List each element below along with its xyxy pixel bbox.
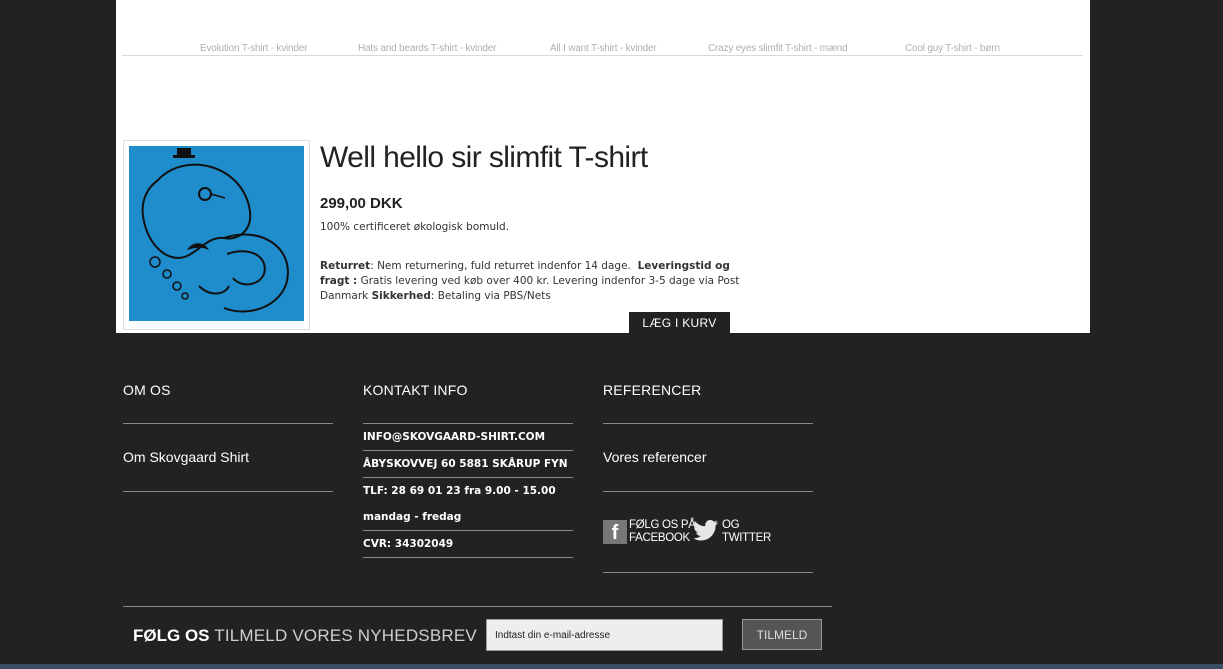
references-heading: REFERENCER — [603, 380, 813, 424]
nav-item-all-i-want[interactable]: All I want T-shirt - kvinder — [550, 43, 657, 54]
tshirt-print-image — [129, 146, 304, 321]
product-page-panel: Evolution T-shirt - kvinder Hats and bea… — [116, 0, 1090, 333]
add-to-cart-button[interactable]: LÆG I KURV — [629, 312, 730, 333]
facebook-link[interactable]: FØLG OS PÅ FACEBOOK — [629, 519, 696, 545]
social-links: f FØLG OS PÅ FACEBOOK OG TWITTER — [603, 492, 813, 573]
about-heading: OM OS — [123, 380, 333, 424]
nav-item-crazy-eyes[interactable]: Crazy eyes slimfit T-shirt - mænd — [708, 43, 848, 54]
product-terms: Returret: Nem returnering, fuld returret… — [320, 259, 740, 304]
contact-email[interactable]: INFO@SKOVGAARD-SHIRT.COM — [363, 424, 573, 451]
product-image[interactable] — [123, 140, 310, 330]
security-label: Sikkerhed — [371, 290, 431, 302]
nav-item-evolution[interactable]: Evolution T-shirt - kvinder — [200, 43, 307, 54]
facebook-icon[interactable]: f — [603, 520, 627, 544]
twitter-line-2: TWITTER — [722, 532, 771, 544]
twitter-line-1: OG — [722, 519, 740, 531]
follow-us-label: FØLG OS — [133, 626, 210, 645]
contact-hours: mandag - fredag — [363, 504, 573, 531]
returns-label: Returret — [320, 260, 371, 272]
newsletter-title: FØLG OS TILMELD VORES NYHEDSBREV — [133, 626, 477, 646]
nav-item-hats-and-beards[interactable]: Hats and beards T-shirt - kvinder — [358, 43, 496, 54]
about-link[interactable]: Om Skovgaard Shirt — [123, 424, 333, 492]
newsletter-bar: FØLG OS TILMELD VORES NYHEDSBREV TILMELD — [123, 606, 832, 666]
contact-heading: KONTAKT INFO — [363, 380, 573, 424]
product-title: Well hello sir slimfit T-shirt — [320, 141, 648, 174]
twitter-link[interactable]: OG TWITTER — [722, 519, 771, 545]
facebook-line-1: FØLG OS PÅ — [629, 519, 696, 531]
footer-references-column: REFERENCER Vores referencer f FØLG OS PÅ… — [603, 380, 813, 573]
newsletter-signup-label: TILMELD VORES NYHEDSBREV — [214, 626, 477, 645]
product-price: 299,00 DKK — [320, 195, 403, 212]
footer-about-column: OM OS Om Skovgaard Shirt — [123, 380, 333, 492]
contact-cvr: CVR: 34302049 — [363, 531, 573, 558]
bottom-strip — [0, 664, 1223, 669]
newsletter-email-input[interactable] — [486, 619, 723, 651]
related-products-nav: Evolution T-shirt - kvinder Hats and bea… — [122, 40, 1083, 56]
footer-contact-column: KONTAKT INFO INFO@SKOVGAARD-SHIRT.COM ÅB… — [363, 380, 573, 558]
references-link[interactable]: Vores referencer — [603, 424, 813, 492]
product-description: 100% certificeret økologisk bomuld. — [320, 221, 510, 233]
twitter-icon[interactable] — [693, 520, 719, 542]
newsletter-subscribe-button[interactable]: TILMELD — [742, 619, 822, 650]
returns-text: : Nem returnering, fuld returret indenfo… — [370, 260, 631, 272]
facebook-line-2: FACEBOOK — [629, 532, 690, 544]
contact-phone: TLF: 28 69 01 23 fra 9.00 - 15.00 — [363, 485, 556, 497]
contact-address: ÅBYSKOVVEJ 60 5881 SKÅRUP FYN — [363, 451, 573, 478]
nav-item-cool-guy[interactable]: Cool guy T-shirt - børn — [905, 43, 1000, 54]
security-text: : Betaling via PBS/Nets — [430, 290, 551, 302]
